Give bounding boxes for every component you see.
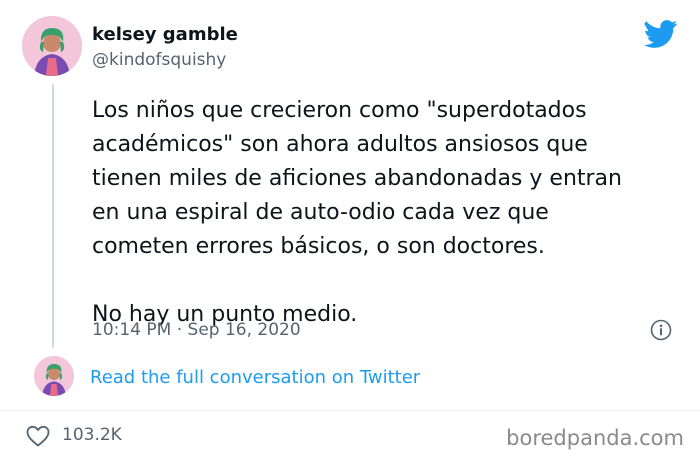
author-avatar[interactable]: [22, 16, 82, 76]
info-icon[interactable]: [650, 319, 672, 341]
avatar-icon: [22, 16, 82, 76]
read-conversation-link[interactable]: Read the full conversation on Twitter: [90, 367, 420, 388]
author-name[interactable]: kelsey gamble: [92, 24, 238, 45]
divider: [0, 410, 700, 411]
heart-icon[interactable]: [26, 425, 50, 447]
twitter-bird-icon[interactable]: [644, 20, 678, 48]
tweet-timestamp[interactable]: 10:14 PM · Sep 16, 2020: [92, 320, 301, 340]
watermark: boredpanda.com: [506, 426, 684, 450]
like-count[interactable]: 103.2K: [62, 425, 122, 445]
avatar-icon: [34, 356, 74, 396]
tweet-text: Los niños que crecieron como "superdotad…: [92, 98, 622, 327]
thread-line: [52, 84, 54, 348]
conversation-avatar[interactable]: [34, 356, 74, 396]
author-handle[interactable]: @kindofsquishy: [92, 50, 226, 70]
